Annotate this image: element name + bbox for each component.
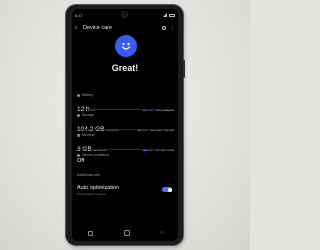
battery-value: 12 h — [77, 106, 90, 113]
status-icons — [163, 13, 175, 17]
protection-label: Device protection — [82, 153, 110, 157]
auto-optimization-title: Auto optimization — [77, 185, 120, 191]
divider — [77, 109, 174, 110]
search-icon[interactable] — [162, 26, 166, 30]
additional-care-label: Additional care — [77, 173, 101, 177]
auto-optimization-item[interactable]: Auto optimization Restart when needed — [77, 185, 174, 196]
device-status: Great! — [111, 63, 139, 73]
phone-screen: 8:47 ‹ Device care ⋮ Great! Battery 12 h… — [72, 9, 178, 241]
navigation-bar: ‹ — [72, 229, 178, 237]
memory-value: 3 GB — [77, 146, 92, 153]
protection-value: Off — [77, 158, 85, 164]
signal-icon — [163, 13, 167, 17]
additional-care-header: Additional care — [77, 173, 174, 177]
battery-icon — [77, 93, 80, 97]
side-button — [183, 60, 185, 78]
divider — [77, 129, 174, 130]
app-bar-actions: ⋮ — [162, 25, 175, 31]
score-circle — [115, 35, 137, 57]
auto-optimization-subtitle: Restart when needed — [77, 192, 106, 196]
recent-apps-icon[interactable] — [87, 230, 93, 236]
storage-icon — [77, 113, 80, 117]
shield-icon — [77, 153, 80, 157]
page-title: Device care — [83, 25, 113, 31]
status-time: 8:47 — [75, 12, 83, 18]
toggle-switch[interactable] — [162, 187, 172, 192]
back-arrow-icon[interactable]: ‹ — [75, 25, 83, 31]
app-bar: ‹ Device care ⋮ — [75, 23, 175, 33]
battery-icon — [169, 13, 175, 17]
storage-value: 104.2 GB — [77, 126, 105, 133]
divider — [77, 149, 174, 150]
battery-label: Battery — [82, 93, 94, 97]
storage-label: Storage — [82, 113, 95, 117]
front-camera — [122, 12, 127, 17]
nav-back-icon[interactable]: ‹ — [161, 230, 163, 236]
home-icon[interactable] — [123, 230, 130, 236]
memory-label: Memory — [82, 133, 95, 137]
protection-section[interactable]: Device protection Off — [77, 153, 174, 164]
memory-icon — [77, 133, 80, 137]
smile-icon — [121, 42, 131, 50]
more-icon[interactable]: ⋮ — [170, 25, 175, 31]
